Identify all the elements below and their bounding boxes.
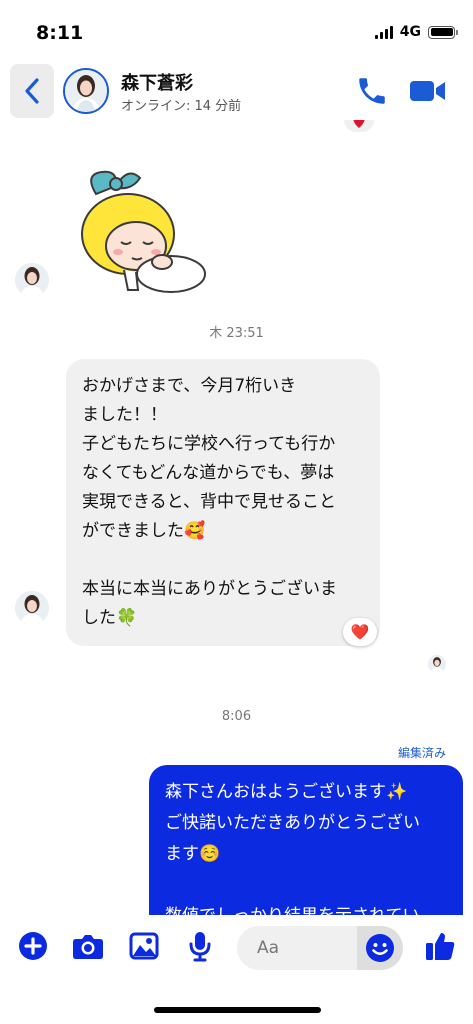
contact-name: 森下蒼彩 [121,73,193,94]
contact-avatar[interactable] [63,68,109,114]
chevron-left-icon [25,78,39,104]
back-button[interactable] [10,64,54,118]
composer-bar: Aa [0,915,473,985]
thumbs-up-icon [426,933,455,960]
voice-call-button[interactable] [355,74,389,108]
presence-status: オンライン: 14 分前 [121,99,242,114]
timestamp: 木 23:51 [209,326,264,341]
contact-avatar-small[interactable] [15,591,49,625]
phone-icon [359,78,385,104]
heart-icon: ❤️ [350,623,370,641]
microphone-icon [189,932,211,962]
outgoing-message-bubble[interactable]: 森下さんおはようございます✨ ご快諾いただきありがとうござい ます☺️ 数値でし… [149,765,463,915]
avatar-photo [65,70,106,111]
video-call-button[interactable] [408,76,448,106]
sticker-message[interactable] [66,164,216,296]
status-indicators: 4G [374,24,458,40]
smiley-icon [366,934,394,962]
status-time: 8:11 [36,22,84,44]
home-indicator[interactable] [154,1007,321,1013]
message-input-placeholder: Aa [257,938,280,958]
camera-button[interactable] [71,929,105,963]
like-button[interactable] [423,929,457,963]
incoming-message-bubble[interactable]: おかげさまで、今月7桁いき ました！！ 子どもたちに学校へ行っても行か なくても… [66,359,380,646]
heart-reaction[interactable]: ❤️ [343,618,377,646]
incoming-message-text: おかげさまで、今月7桁いき ました！！ 子どもたちに学校へ行っても行か なくても… [82,376,337,628]
contact-avatar-small[interactable] [15,263,49,297]
image-icon [129,932,159,960]
plus-circle-icon [19,932,47,960]
gallery-button[interactable] [127,929,161,963]
edited-label[interactable]: 編集済み [398,744,446,761]
heart-icon [353,120,365,128]
camera-icon [73,935,103,959]
emoji-button[interactable] [357,926,403,970]
battery-icon [428,25,458,39]
voice-message-button[interactable] [183,929,217,963]
video-camera-icon [410,81,445,101]
outgoing-message-text: 森下さんおはようございます✨ ご快諾いただきありがとうござい ます☺️ 数値でし… [165,782,420,915]
avatar-photo [15,591,49,625]
add-button[interactable] [16,929,50,963]
status-bar: 8:11 4G [0,0,473,60]
avatar-photo [15,263,49,297]
timestamp: 8:06 [221,709,252,724]
cellular-signal-icon [374,25,393,39]
message-thread[interactable]: 木 23:51 おかげさまで、今月7桁いき ました！！ 子どもたちに学校へ行って… [0,120,473,915]
previous-reaction [344,120,374,132]
network-type: 4G [399,24,421,40]
chat-header: 森下蒼彩 オンライン: 14 分前 [0,60,473,120]
seen-indicator-avatar [428,655,446,673]
